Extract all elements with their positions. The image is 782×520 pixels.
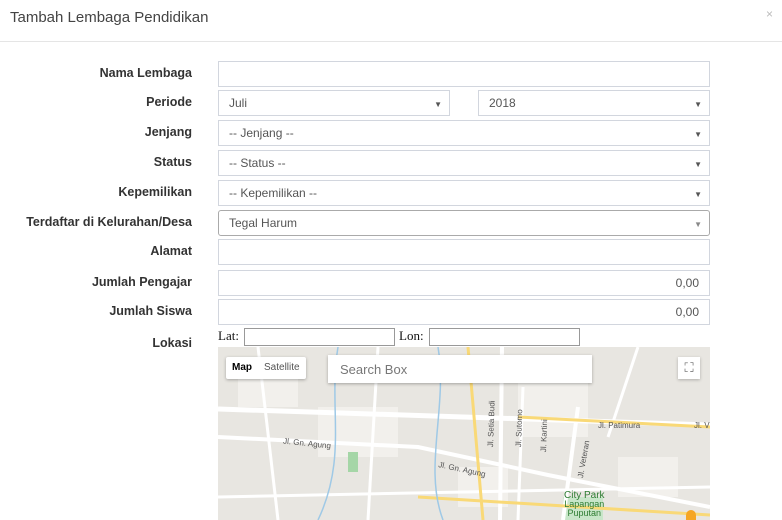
map-tab-map[interactable]: Map [226, 357, 258, 379]
periode-year-select[interactable]: 2018 ▼ [478, 90, 710, 116]
kepemilikan-value: -- Kepemilikan -- [229, 186, 318, 200]
map-search-input[interactable]: Search Box [328, 355, 592, 383]
modal-title: Tambah Lembaga Pendidikan [10, 9, 209, 26]
label-periode: Periode [146, 95, 192, 109]
row-kepemilikan: Kepemilikan -- Kepemilikan -- ▼ [0, 180, 782, 206]
lat-label: Lat: [218, 328, 239, 343]
label-lokasi: Lokasi [152, 336, 192, 350]
alamat-input[interactable] [218, 239, 710, 265]
label-nama-lembaga: Nama Lembaga [99, 66, 192, 80]
chevron-down-icon: ▼ [694, 190, 702, 199]
chevron-down-icon: ▼ [694, 100, 702, 109]
row-alamat: Alamat [0, 239, 782, 265]
row-periode: Periode Juli ▼ 2018 ▼ [0, 90, 782, 116]
row-nama-lembaga: Nama Lembaga [0, 61, 782, 87]
street-label: Jl. Kartini [539, 419, 550, 453]
lon-input[interactable] [429, 328, 580, 346]
chevron-down-icon: ▼ [434, 100, 442, 109]
label-alamat: Alamat [150, 244, 192, 258]
street-label: Jl. Setia Budi [486, 400, 497, 448]
periode-month-value: Juli [229, 96, 248, 110]
label-jumlah-siswa: Jumlah Siswa [109, 304, 192, 318]
poi-label: City Park Lapangan Puputan [564, 491, 605, 518]
label-jumlah-pengajar: Jumlah Pengajar [91, 275, 192, 289]
jenjang-select[interactable]: -- Jenjang -- ▼ [218, 120, 710, 146]
lat-input[interactable] [244, 328, 395, 346]
label-kepemilikan: Kepemilikan [118, 185, 192, 199]
poi-line: Puputan [567, 508, 602, 518]
label-kelurahan: Terdaftar di Kelurahan/Desa [26, 215, 192, 229]
kepemilikan-select[interactable]: -- Kepemilikan -- ▼ [218, 180, 710, 206]
status-value: -- Status -- [229, 156, 286, 170]
jumlah-pengajar-input[interactable]: 0,00 [218, 270, 710, 296]
label-status: Status [153, 155, 192, 169]
map-type-control: Map Satellite [226, 357, 306, 379]
chevron-down-icon: ▼ [694, 130, 702, 139]
row-jumlah-pengajar: Jumlah Pengajar 0,00 [0, 270, 782, 296]
chevron-down-icon: ▼ [694, 160, 702, 169]
jenjang-value: -- Jenjang -- [229, 126, 294, 140]
jumlah-siswa-input[interactable]: 0,00 [218, 299, 710, 325]
modal-header: Tambah Lembaga Pendidikan × [0, 0, 782, 42]
street-label: Jl. V [694, 421, 710, 430]
chevron-down-icon: ▼ [694, 220, 702, 229]
row-status: Status -- Status -- ▼ [0, 150, 782, 176]
label-jenjang: Jenjang [144, 125, 192, 139]
map-tab-satellite[interactable]: Satellite [258, 357, 306, 379]
kelurahan-select[interactable]: Tegal Harum ▼ [218, 210, 710, 236]
status-select[interactable]: -- Status -- ▼ [218, 150, 710, 176]
latlon-row: Lat: Lon: [218, 328, 580, 346]
pegman-icon[interactable] [686, 510, 696, 520]
street-label: Jl. Patimura [598, 421, 641, 430]
street-label: Jl. Sutomo [514, 409, 525, 448]
row-jumlah-siswa: Jumlah Siswa 0,00 [0, 299, 782, 325]
map-widget[interactable]: Jl. Gn. Agung Jl. Gn. Agung Jl. Setia Bu… [218, 347, 710, 520]
periode-month-select[interactable]: Juli ▼ [218, 90, 450, 116]
lon-label: Lon: [399, 328, 424, 343]
kelurahan-value: Tegal Harum [229, 216, 298, 230]
nama-lembaga-input[interactable] [218, 61, 710, 87]
row-jenjang: Jenjang -- Jenjang -- ▼ [0, 120, 782, 146]
close-icon[interactable]: × [766, 8, 773, 20]
periode-year-value: 2018 [489, 96, 516, 110]
fullscreen-icon[interactable]: ⛶ [678, 357, 700, 379]
row-kelurahan: Terdaftar di Kelurahan/Desa Tegal Harum … [0, 210, 782, 236]
